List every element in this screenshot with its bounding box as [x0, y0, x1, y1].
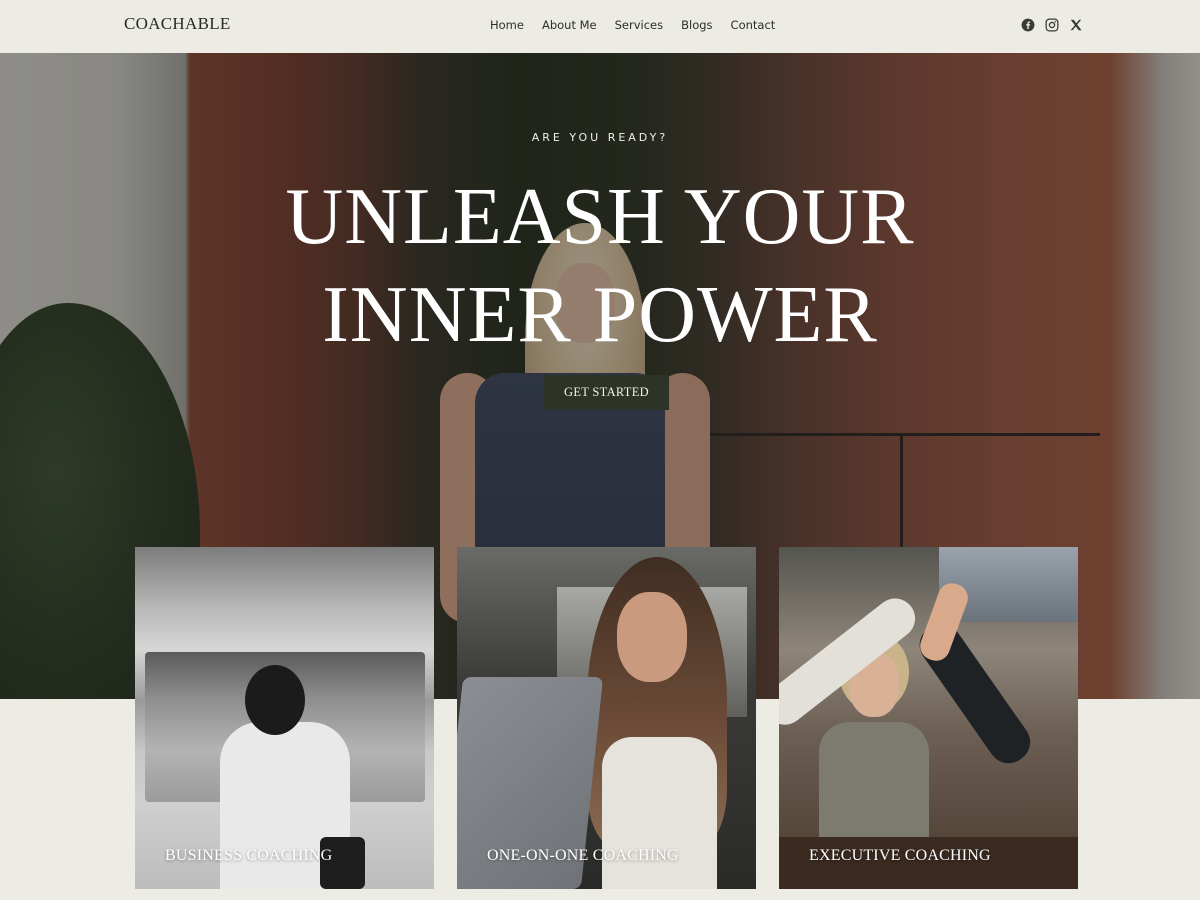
nav-blogs[interactable]: Blogs	[681, 18, 712, 32]
card-2-figure-top	[602, 737, 717, 889]
get-started-button[interactable]: GET STARTED	[544, 375, 669, 410]
card-1-figure-hair	[245, 665, 305, 735]
nav-contact[interactable]: Contact	[731, 18, 776, 32]
site-logo[interactable]: COACHABLE	[124, 14, 231, 34]
facebook-icon[interactable]	[1021, 18, 1035, 32]
card-executive-coaching[interactable]: EXECUTIVE COACHING	[779, 547, 1078, 889]
x-icon[interactable]	[1069, 18, 1083, 32]
nav-home[interactable]: Home	[490, 18, 524, 32]
hero-headline-line-2: INNER POWER	[322, 271, 878, 359]
card-2-figure-face	[617, 592, 687, 682]
card-label: BUSINESS COACHING	[165, 847, 333, 864]
card-one-on-one-coaching[interactable]: ONE-ON-ONE COACHING	[457, 547, 756, 889]
nav-about-me[interactable]: About Me	[542, 18, 597, 32]
card-label: EXECUTIVE COACHING	[809, 847, 991, 864]
hero-eyebrow: ARE YOU READY?	[531, 131, 669, 144]
nav-services[interactable]: Services	[615, 18, 664, 32]
instagram-icon[interactable]	[1045, 18, 1059, 32]
main-nav: Home About Me Services Blogs Contact	[490, 18, 775, 32]
social-links	[1021, 18, 1083, 32]
hero-headline-line-1: UNLEASH YOUR	[285, 173, 915, 261]
site-header: COACHABLE Home About Me Services Blogs C…	[0, 0, 1200, 53]
card-label: ONE-ON-ONE COACHING	[487, 847, 679, 864]
card-business-coaching[interactable]: BUSINESS COACHING	[135, 547, 434, 889]
